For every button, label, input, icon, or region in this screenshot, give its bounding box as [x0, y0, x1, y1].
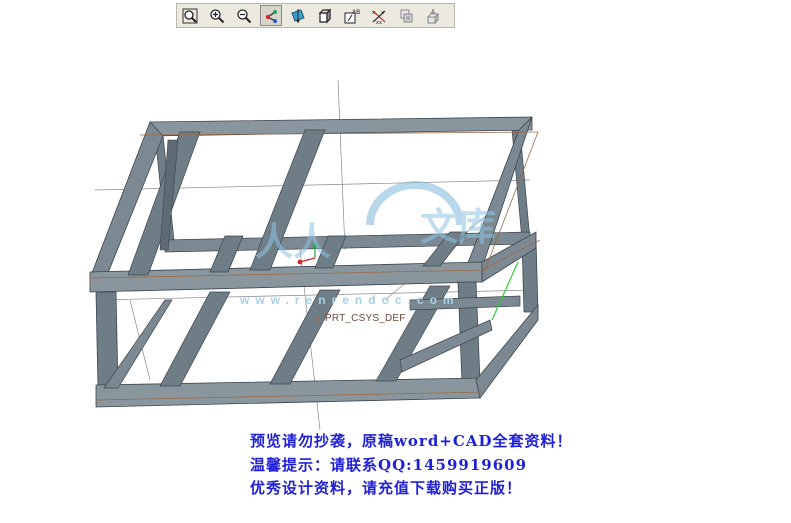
annotation-toggle[interactable]: AB	[341, 5, 363, 26]
datum-points-icon: x x xx	[372, 10, 386, 24]
notice-line-2: 温馨提示：请联系QQ:1459919609	[250, 456, 528, 474]
datum-plane-icon	[291, 8, 305, 23]
notice-line-3: 优秀设计资料，请充值下载购买正版！	[250, 479, 523, 497]
datum-csys-toggle[interactable]	[260, 5, 282, 26]
watermark-url: www.renrendoc.com	[240, 293, 460, 307]
svg-text:x: x	[372, 10, 375, 16]
annotation-ab-icon: AB	[344, 9, 360, 23]
svg-text:文库: 文库	[420, 204, 496, 249]
svg-text:人人: 人人	[255, 219, 331, 264]
frame-bottom-rail-right	[475, 303, 539, 399]
frame-bottom-crossbar-1	[159, 291, 231, 387]
datum-csys-icon	[265, 9, 277, 23]
svg-text:AB: AB	[352, 9, 360, 16]
zoom-out-icon	[237, 8, 252, 23]
notice-line-1: 预览请勿抄袭，原稿word+CAD全套资料！	[250, 432, 573, 450]
csys-label: PRT_CSYS_DEF	[325, 313, 406, 324]
zoom-out-button[interactable]	[233, 5, 255, 26]
zoom-fit-button[interactable]	[179, 5, 201, 26]
svg-text:x: x	[381, 10, 384, 16]
datum-plane-toggle[interactable]	[287, 5, 309, 26]
zoom-fit-icon	[182, 8, 198, 23]
copy-geometry-icon	[400, 9, 413, 22]
datum-points-toggle[interactable]: x x xx	[368, 5, 390, 26]
view-toolbar: AB x x xx	[176, 3, 455, 28]
spin-center-icon	[426, 8, 440, 24]
zoom-in-button[interactable]	[206, 5, 228, 26]
copy-geometry-button[interactable]	[395, 5, 417, 26]
zoom-in-icon	[210, 8, 225, 23]
svg-text:xx: xx	[376, 20, 382, 24]
spin-center-button[interactable]	[422, 5, 444, 26]
shaded-view-button[interactable]	[314, 5, 336, 26]
shaded-cube-icon	[318, 8, 332, 23]
